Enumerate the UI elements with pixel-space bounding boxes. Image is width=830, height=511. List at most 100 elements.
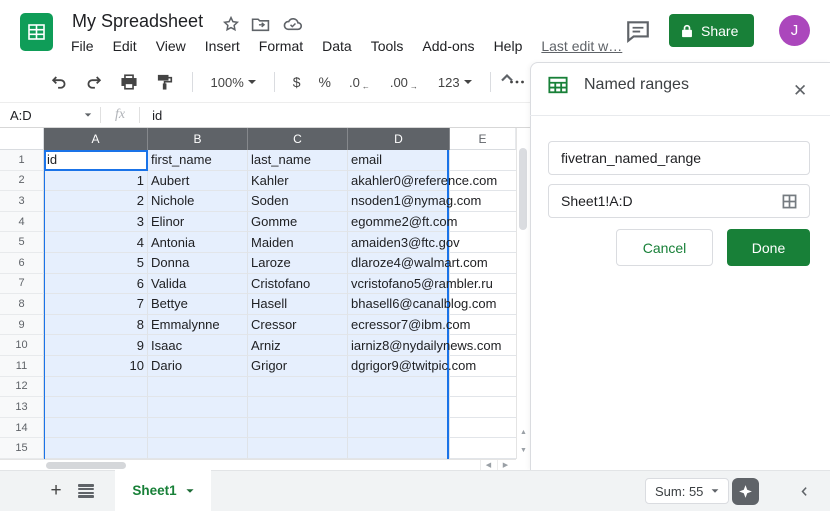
menu-addons[interactable]: Add-ons xyxy=(422,38,474,54)
cell[interactable] xyxy=(348,397,450,418)
spreadsheet-grid[interactable]: ABCDE 1idfirst_namelast_nameemail21Auber… xyxy=(0,128,516,459)
cell[interactable]: Aubert xyxy=(148,171,248,192)
undo-icon[interactable] xyxy=(46,69,71,95)
menu-view[interactable]: View xyxy=(156,38,186,54)
row-number[interactable]: 9 xyxy=(0,315,44,336)
cell[interactable]: egomme2@ft.com xyxy=(348,212,450,233)
cell[interactable]: Laroze xyxy=(248,253,348,274)
format-currency-button[interactable]: $ xyxy=(289,72,305,92)
cell[interactable]: 10 xyxy=(44,356,148,377)
menu-insert[interactable]: Insert xyxy=(205,38,240,54)
scroll-down-icon[interactable]: ▼ xyxy=(517,442,530,458)
document-title[interactable]: My Spreadsheet xyxy=(72,11,203,32)
cell[interactable]: 2 xyxy=(44,191,148,212)
menu-help[interactable]: Help xyxy=(494,38,523,54)
column-header-E[interactable]: E xyxy=(450,128,516,150)
all-sheets-icon[interactable] xyxy=(76,482,96,500)
row-number[interactable]: 1 xyxy=(0,150,44,171)
print-icon[interactable] xyxy=(117,69,142,95)
sheets-logo-icon[interactable] xyxy=(20,13,53,51)
paint-format-icon[interactable] xyxy=(152,69,177,95)
cell[interactable]: Dario xyxy=(148,356,248,377)
cell[interactable]: 4 xyxy=(44,232,148,253)
cell[interactable]: email xyxy=(348,150,450,171)
horizontal-scrollbar-thumb[interactable] xyxy=(46,462,126,469)
cell[interactable] xyxy=(148,397,248,418)
row-number[interactable]: 11 xyxy=(0,356,44,377)
comment-history-icon[interactable] xyxy=(625,18,653,45)
row-number[interactable]: 5 xyxy=(0,232,44,253)
cell[interactable] xyxy=(450,397,516,418)
cell[interactable]: amaiden3@ftc.gov xyxy=(348,232,450,253)
formula-input[interactable]: id xyxy=(140,108,162,123)
cell[interactable] xyxy=(450,150,516,171)
horizontal-scrollbar[interactable]: ◀ ▶ xyxy=(0,459,516,470)
format-percent-button[interactable]: % xyxy=(315,72,335,92)
last-edit-link[interactable]: Last edit w… xyxy=(541,38,622,54)
column-header-C[interactable]: C xyxy=(248,128,348,150)
cell[interactable]: Elinor xyxy=(148,212,248,233)
cell[interactable]: Nichole xyxy=(148,191,248,212)
cell[interactable]: 1 xyxy=(44,171,148,192)
cell[interactable]: Soden xyxy=(248,191,348,212)
cell[interactable] xyxy=(450,377,516,398)
row-number[interactable]: 6 xyxy=(0,253,44,274)
cell[interactable]: Emmalynne xyxy=(148,315,248,336)
cell[interactable]: 9 xyxy=(44,335,148,356)
cloud-saved-icon[interactable] xyxy=(283,17,303,31)
cell[interactable]: Isaac xyxy=(148,335,248,356)
cell[interactable] xyxy=(44,377,148,398)
chevron-left-icon[interactable] xyxy=(794,481,814,501)
name-box[interactable]: A:D xyxy=(0,103,100,127)
menu-edit[interactable]: Edit xyxy=(113,38,137,54)
cell[interactable] xyxy=(348,438,450,459)
cell[interactable]: dgrigor9@twitpic.com xyxy=(348,356,450,377)
cell[interactable]: Arniz xyxy=(248,335,348,356)
cell[interactable]: Valida xyxy=(148,274,248,295)
cell[interactable]: dlaroze4@walmart.com xyxy=(348,253,450,274)
row-number[interactable]: 8 xyxy=(0,294,44,315)
cell[interactable]: Maiden xyxy=(248,232,348,253)
cell[interactable]: iarniz8@nydailynews.com xyxy=(348,335,450,356)
select-all-corner[interactable] xyxy=(0,128,44,150)
row-number[interactable]: 4 xyxy=(0,212,44,233)
cell[interactable]: Gomme xyxy=(248,212,348,233)
cell[interactable]: Kahler xyxy=(248,171,348,192)
select-data-range-icon[interactable] xyxy=(782,194,797,209)
sheet-tab[interactable]: Sheet1 xyxy=(115,470,211,511)
zoom-select[interactable]: 100% xyxy=(207,73,260,92)
cell[interactable] xyxy=(44,438,148,459)
range-address-input[interactable]: Sheet1!A:D xyxy=(548,184,810,218)
cell[interactable]: last_name xyxy=(248,150,348,171)
range-name-input[interactable]: fivetran_named_range xyxy=(548,141,810,175)
move-to-folder-icon[interactable] xyxy=(251,16,270,32)
cancel-button[interactable]: Cancel xyxy=(616,229,713,266)
vertical-scrollbar[interactable]: ▲ ▼ xyxy=(516,128,529,459)
row-number[interactable]: 2 xyxy=(0,171,44,192)
done-button[interactable]: Done xyxy=(727,229,810,266)
increase-decimal-button[interactable]: .00→ xyxy=(386,73,424,92)
row-number[interactable]: 15 xyxy=(0,438,44,459)
cell[interactable]: Donna xyxy=(148,253,248,274)
menu-format[interactable]: Format xyxy=(259,38,303,54)
cell[interactable]: Cressor xyxy=(248,315,348,336)
cell[interactable]: Hasell xyxy=(248,294,348,315)
cell[interactable] xyxy=(450,212,516,233)
row-number[interactable]: 13 xyxy=(0,397,44,418)
cell[interactable] xyxy=(248,377,348,398)
scroll-left-icon[interactable]: ◀ xyxy=(480,460,496,470)
column-header-D[interactable]: D xyxy=(348,128,450,150)
decrease-decimal-button[interactable]: .0← xyxy=(345,73,376,92)
cell[interactable] xyxy=(44,397,148,418)
cell[interactable] xyxy=(148,418,248,439)
menu-tools[interactable]: Tools xyxy=(371,38,404,54)
cell[interactable]: Bettye xyxy=(148,294,248,315)
cell[interactable] xyxy=(248,438,348,459)
menu-data[interactable]: Data xyxy=(322,38,352,54)
number-format-button[interactable]: 123 xyxy=(434,73,476,92)
cell[interactable] xyxy=(450,418,516,439)
scroll-right-icon[interactable]: ▶ xyxy=(497,460,513,470)
row-number[interactable]: 3 xyxy=(0,191,44,212)
collapse-toolbar-icon[interactable] xyxy=(497,68,519,90)
cell[interactable] xyxy=(348,418,450,439)
